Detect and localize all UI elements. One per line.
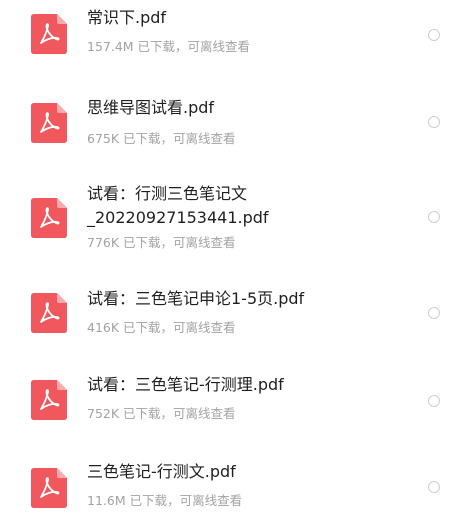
file-meta: 752K 已下载，可离线查看 <box>87 406 236 421</box>
file-name: 三色笔记-行测文.pdf <box>87 462 236 481</box>
file-meta: 776K 已下载，可离线查看 <box>87 235 236 250</box>
file-meta: 11.6M 已下载，可离线查看 <box>87 493 243 508</box>
select-radio[interactable] <box>428 29 440 41</box>
file-meta: 416K 已下载，可离线查看 <box>87 320 236 335</box>
select-radio[interactable] <box>428 307 440 319</box>
file-name: 思维导图试看.pdf <box>87 98 215 117</box>
pdf-file-icon <box>31 103 67 143</box>
file-name: 试看：三色笔记-行测理.pdf <box>87 375 284 394</box>
file-row[interactable]: 试看：三色笔记申论1-5页.pdf 416K 已下载，可离线查看 <box>0 280 472 350</box>
select-radio[interactable] <box>428 116 440 128</box>
file-meta: 675K 已下载，可离线查看 <box>87 131 236 146</box>
file-list: 常识下.pdf 157.4M 已下载，可离线查看 思维导图试看.pdf 675K… <box>0 0 472 530</box>
file-row[interactable]: 常识下.pdf 157.4M 已下载，可离线查看 <box>0 0 472 70</box>
pdf-file-icon <box>31 14 67 54</box>
select-radio[interactable] <box>428 211 440 223</box>
file-row[interactable]: 试看：三色笔记-行测理.pdf 752K 已下载，可离线查看 <box>0 366 472 436</box>
file-name: 试看：三色笔记申论1-5页.pdf <box>87 289 305 308</box>
pdf-file-icon <box>31 198 67 238</box>
pdf-file-icon <box>31 380 67 420</box>
pdf-file-icon <box>31 293 67 333</box>
file-row[interactable]: 试看：行测三色笔记文 _20220927153441.pdf 776K 已下载，… <box>0 180 472 260</box>
file-row[interactable]: 三色笔记-行测文.pdf 11.6M 已下载，可离线查看 <box>0 454 472 524</box>
file-name-line-2: _20220927153441.pdf <box>87 208 269 227</box>
select-radio[interactable] <box>428 395 440 407</box>
file-name: 常识下.pdf <box>87 8 167 27</box>
file-row[interactable]: 思维导图试看.pdf 675K 已下载，可离线查看 <box>0 90 472 160</box>
pdf-file-icon <box>31 468 67 508</box>
file-name-line-1: 试看：行测三色笔记文 <box>87 184 248 203</box>
select-radio[interactable] <box>428 481 440 493</box>
file-meta: 157.4M 已下载，可离线查看 <box>87 39 251 54</box>
